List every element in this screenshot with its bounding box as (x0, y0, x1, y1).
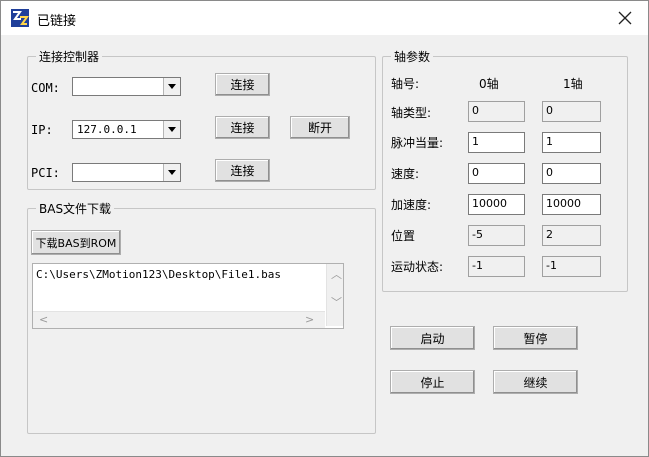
axis0-status-field: -1 (468, 256, 525, 277)
chevron-down-icon[interactable] (163, 164, 180, 181)
connect-com-button[interactable]: 连接 (215, 73, 270, 96)
disconnect-button[interactable]: 断开 (290, 116, 350, 139)
pci-select[interactable] (72, 163, 181, 182)
axis1-type-field: 0 (542, 101, 601, 122)
app-icon (11, 9, 29, 27)
com-label: COM: (31, 81, 60, 95)
connect-group: 连接控制器 COM: 连接 IP: 127.0.0.1 连接 断开 PCI: 连… (27, 48, 376, 190)
com-select[interactable] (72, 77, 181, 96)
resume-button[interactable]: 继续 (493, 370, 578, 394)
axis0-type-field: 0 (468, 101, 525, 122)
bas-group: BAS文件下载 下载BAS到ROM C:\Users\ZMotion123\De… (27, 200, 376, 434)
axis1-acceleration-field[interactable]: 10000 (542, 194, 601, 215)
axis0-pulse-field[interactable]: 1 (468, 132, 525, 153)
pause-button[interactable]: 暂停 (493, 326, 578, 350)
pci-label: PCI: (31, 166, 60, 180)
horizontal-scrollbar[interactable]: < > (33, 311, 325, 328)
file-path-textarea[interactable]: C:\Users\ZMotion123\Desktop\File1.bas ︿ … (32, 263, 344, 329)
motion-status-label: 运动状态: (391, 260, 444, 274)
connect-group-title: 连接控制器 (36, 48, 103, 65)
close-icon (618, 11, 632, 25)
axis-number-label: 轴号: (391, 77, 420, 91)
ip-label: IP: (31, 123, 53, 137)
connect-pci-button[interactable]: 连接 (215, 159, 270, 182)
axis0-header: 0轴 (479, 77, 499, 91)
position-label: 位置 (391, 229, 416, 243)
axis0-position-field: -5 (468, 225, 525, 246)
axis0-acceleration-field[interactable]: 10000 (468, 194, 525, 215)
scroll-right-icon[interactable]: > (305, 313, 314, 326)
scroll-down-icon[interactable]: ﹀ (331, 294, 342, 310)
scroll-up-icon[interactable]: ︿ (331, 266, 342, 282)
axis-type-label: 轴类型: (391, 106, 432, 120)
chevron-down-icon[interactable] (163, 78, 180, 95)
speed-label: 速度: (391, 167, 420, 181)
close-button[interactable] (602, 1, 648, 35)
axis1-position-field: 2 (542, 225, 601, 246)
axis1-header: 1轴 (563, 77, 583, 91)
acceleration-label: 加速度: (391, 198, 432, 212)
axis-group-title: 轴参数 (391, 48, 434, 65)
start-button[interactable]: 启动 (390, 326, 475, 350)
ip-select-value: 127.0.0.1 (77, 123, 137, 136)
connect-ip-button[interactable]: 连接 (215, 116, 270, 139)
vertical-scrollbar[interactable]: ︿ ﹀ (326, 264, 343, 326)
main-window: 已链接 连接控制器 COM: 连接 IP: 127.0.0.1 连接 断开 PC… (0, 0, 649, 457)
axis1-speed-field[interactable]: 0 (542, 163, 601, 184)
pulse-equivalent-label: 脉冲当量: (391, 136, 444, 150)
file-path-text: C:\Users\ZMotion123\Desktop\File1.bas (36, 268, 282, 281)
window-title: 已链接 (37, 14, 77, 29)
axis-group: 轴参数 轴号: 0轴 1轴 轴类型: 0 0 脉冲当量: 1 1 速度: 0 0… (382, 48, 628, 292)
axis1-pulse-field[interactable]: 1 (542, 132, 601, 153)
download-bas-button[interactable]: 下载BAS到ROM (31, 230, 121, 255)
title-bar: 已链接 (1, 1, 648, 35)
scroll-left-icon[interactable]: < (39, 313, 48, 326)
axis1-status-field: -1 (542, 256, 601, 277)
chevron-down-icon[interactable] (163, 121, 180, 138)
ip-select[interactable]: 127.0.0.1 (72, 120, 181, 139)
bas-group-title: BAS文件下载 (36, 200, 115, 217)
stop-button[interactable]: 停止 (390, 370, 475, 394)
axis0-speed-field[interactable]: 0 (468, 163, 525, 184)
